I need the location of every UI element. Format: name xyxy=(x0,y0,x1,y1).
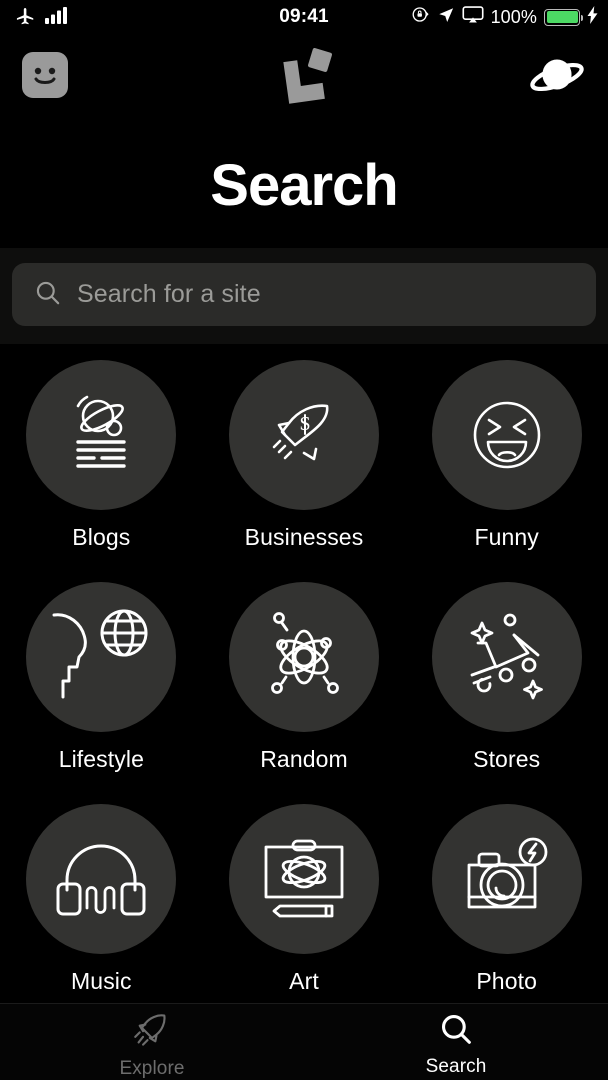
account-button[interactable] xyxy=(22,52,68,103)
category-icon-disc xyxy=(26,582,177,732)
category-label: Art xyxy=(289,968,319,994)
atom-icon xyxy=(271,612,339,694)
search-input[interactable]: Search for a site xyxy=(12,263,596,326)
category-item-art[interactable]: Art xyxy=(203,804,406,995)
category-icon-disc xyxy=(431,804,582,954)
category-label: Random xyxy=(260,746,348,772)
status-bar: 09:41 100% xyxy=(0,0,608,34)
airplay-icon xyxy=(462,5,484,29)
category-item-lifestyle[interactable]: Lifestyle xyxy=(0,582,203,773)
search-icon xyxy=(439,1012,473,1051)
nav-bar xyxy=(0,48,608,110)
rocket-icon xyxy=(133,1010,171,1053)
category-icon-disc xyxy=(431,360,582,510)
tab-bar: Explore Search xyxy=(0,1003,608,1080)
category-item-funny[interactable]: Funny xyxy=(405,360,608,551)
category-item-blogs[interactable]: Blogs xyxy=(0,360,203,551)
status-bar-right: 100% xyxy=(411,5,598,29)
category-icon-disc: S xyxy=(228,360,379,510)
search-placeholder: Search for a site xyxy=(77,280,261,308)
category-icon-disc xyxy=(228,582,379,732)
category-icon-disc xyxy=(431,582,582,732)
blocks-logo-icon xyxy=(283,48,332,104)
category-label: Funny xyxy=(474,524,539,550)
category-item-random[interactable]: Random xyxy=(203,582,406,773)
tab-explore[interactable]: Explore xyxy=(0,1004,304,1080)
phone-screen: 09:41 100% Search Search for a site Blog… xyxy=(0,0,608,1080)
category-item-stores[interactable]: Stores xyxy=(405,582,608,773)
category-item-photo[interactable]: Photo xyxy=(405,804,608,995)
app-logo-button[interactable] xyxy=(274,48,334,109)
category-icon-disc xyxy=(26,360,177,510)
tab-search[interactable]: Search xyxy=(304,1004,608,1080)
planet-button[interactable] xyxy=(528,48,586,109)
category-icon-disc xyxy=(228,804,379,954)
rocket-with-dollar-icon: S xyxy=(272,404,329,461)
tab-label: Search xyxy=(425,1056,487,1077)
planet-icon xyxy=(530,59,584,92)
category-item-businesses[interactable]: S Businesses xyxy=(203,360,406,551)
head-profile-globe-icon xyxy=(52,609,148,699)
category-label: Lifestyle xyxy=(58,746,144,772)
battery-icon xyxy=(544,8,583,26)
rotation-lock-icon xyxy=(411,5,430,29)
category-label: Photo xyxy=(476,968,537,994)
tab-label: Explore xyxy=(119,1058,185,1079)
category-icon-disc xyxy=(26,804,177,954)
category-label: Music xyxy=(71,968,132,994)
lightning-bolt-icon xyxy=(587,5,598,29)
category-label: Businesses xyxy=(244,524,364,550)
category-item-music[interactable]: Music xyxy=(0,804,203,995)
category-label: Blogs xyxy=(72,524,131,550)
category-label: Stores xyxy=(473,746,541,772)
headphones-waveform-icon xyxy=(56,844,146,916)
smiley-face-icon xyxy=(22,52,68,98)
laughing-face-icon xyxy=(473,401,540,469)
planet-with-text-lines-icon xyxy=(76,395,127,468)
search-icon xyxy=(34,279,61,311)
location-arrow-icon xyxy=(437,6,455,29)
flying-shopping-cart-icon xyxy=(470,613,543,700)
page-title: Search xyxy=(210,153,398,218)
battery-percent-label: 100% xyxy=(490,6,537,27)
canvas-pencil-icon xyxy=(264,839,344,918)
category-grid: Blogs S Businesses Funny Lifestyle Rando… xyxy=(0,360,608,995)
camera-flash-icon xyxy=(467,837,548,909)
